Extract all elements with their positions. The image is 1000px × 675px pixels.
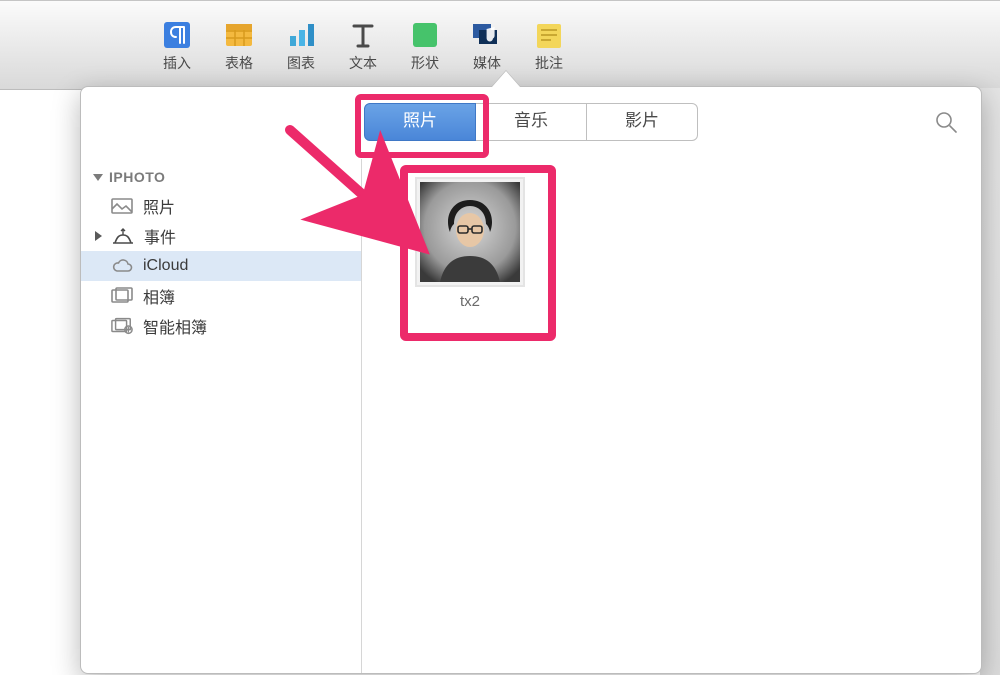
tab-music[interactable]: 音乐 <box>475 103 587 141</box>
sidebar-item-label: 事件 <box>144 224 176 248</box>
toolbar-item-text[interactable]: 文本 <box>346 18 380 70</box>
sidebar-item-albums[interactable]: 相簿 <box>81 281 361 311</box>
sidebar-item-label: 相簿 <box>143 284 175 308</box>
chart-icon <box>284 18 318 52</box>
media-icon <box>470 18 504 52</box>
sidebar-section-title: IPHOTO <box>109 169 165 185</box>
text-icon <box>346 18 380 52</box>
right-panel-strip <box>980 88 1000 675</box>
search-icon[interactable] <box>933 109 959 135</box>
sidebar-item-smart-albums[interactable]: 智能相簿 <box>81 311 361 341</box>
toolbar-item-chart[interactable]: 图表 <box>284 18 318 70</box>
thumbnail-label: tx2 <box>460 293 480 310</box>
media-tabs: 照片 音乐 影片 <box>364 103 698 141</box>
toolbar-item-media[interactable]: 媒体 <box>470 18 504 70</box>
pilcrow-icon <box>160 18 194 52</box>
toolbar-item-shape[interactable]: 形状 <box>408 18 442 70</box>
sidebar-item-photos[interactable]: 照片 <box>81 191 361 221</box>
sidebar-section-header[interactable]: IPHOTO <box>81 159 361 191</box>
table-icon <box>222 18 256 52</box>
toolbar-item-label: 媒体 <box>473 56 501 70</box>
media-sidebar: IPHOTO 照片 事件 iCloud <box>81 159 362 673</box>
toolbar-item-label: 形状 <box>411 56 439 70</box>
toolbar-item-comment[interactable]: 批注 <box>532 18 566 70</box>
media-thumbnail[interactable]: tx2 <box>414 177 526 310</box>
disclosure-triangle-icon <box>93 174 103 181</box>
media-popover: 照片 音乐 影片 IPHOTO 照片 <box>80 86 982 674</box>
events-icon <box>112 227 134 245</box>
toolbar-item-table[interactable]: 表格 <box>222 18 256 70</box>
albums-icon <box>111 287 133 305</box>
sidebar-item-label: iCloud <box>143 257 188 275</box>
popover-arrow <box>492 71 520 87</box>
chevron-right-icon <box>95 231 102 241</box>
toolbar-item-label: 插入 <box>163 56 191 70</box>
shape-icon <box>408 18 442 52</box>
toolbar-item-insert[interactable]: 插入 <box>160 18 194 70</box>
cloud-icon <box>111 257 133 275</box>
photo-icon <box>111 197 133 215</box>
thumbnail-image <box>415 177 525 287</box>
tab-photos[interactable]: 照片 <box>364 103 476 141</box>
sidebar-item-events[interactable]: 事件 <box>81 221 361 251</box>
toolbar-item-label: 表格 <box>225 56 253 70</box>
tab-movies[interactable]: 影片 <box>586 103 698 141</box>
sidebar-item-icloud[interactable]: iCloud <box>81 251 361 281</box>
sidebar-item-label: 智能相簿 <box>143 314 207 338</box>
toolbar-item-label: 图表 <box>287 56 315 70</box>
app-toolbar: 插入 表格 图表 <box>160 18 566 70</box>
media-content-grid: tx2 <box>362 159 981 673</box>
toolbar-item-label: 批注 <box>535 56 563 70</box>
toolbar-item-label: 文本 <box>349 56 377 70</box>
smart-albums-icon <box>111 317 133 335</box>
comment-icon <box>532 18 566 52</box>
sidebar-item-label: 照片 <box>143 194 175 218</box>
